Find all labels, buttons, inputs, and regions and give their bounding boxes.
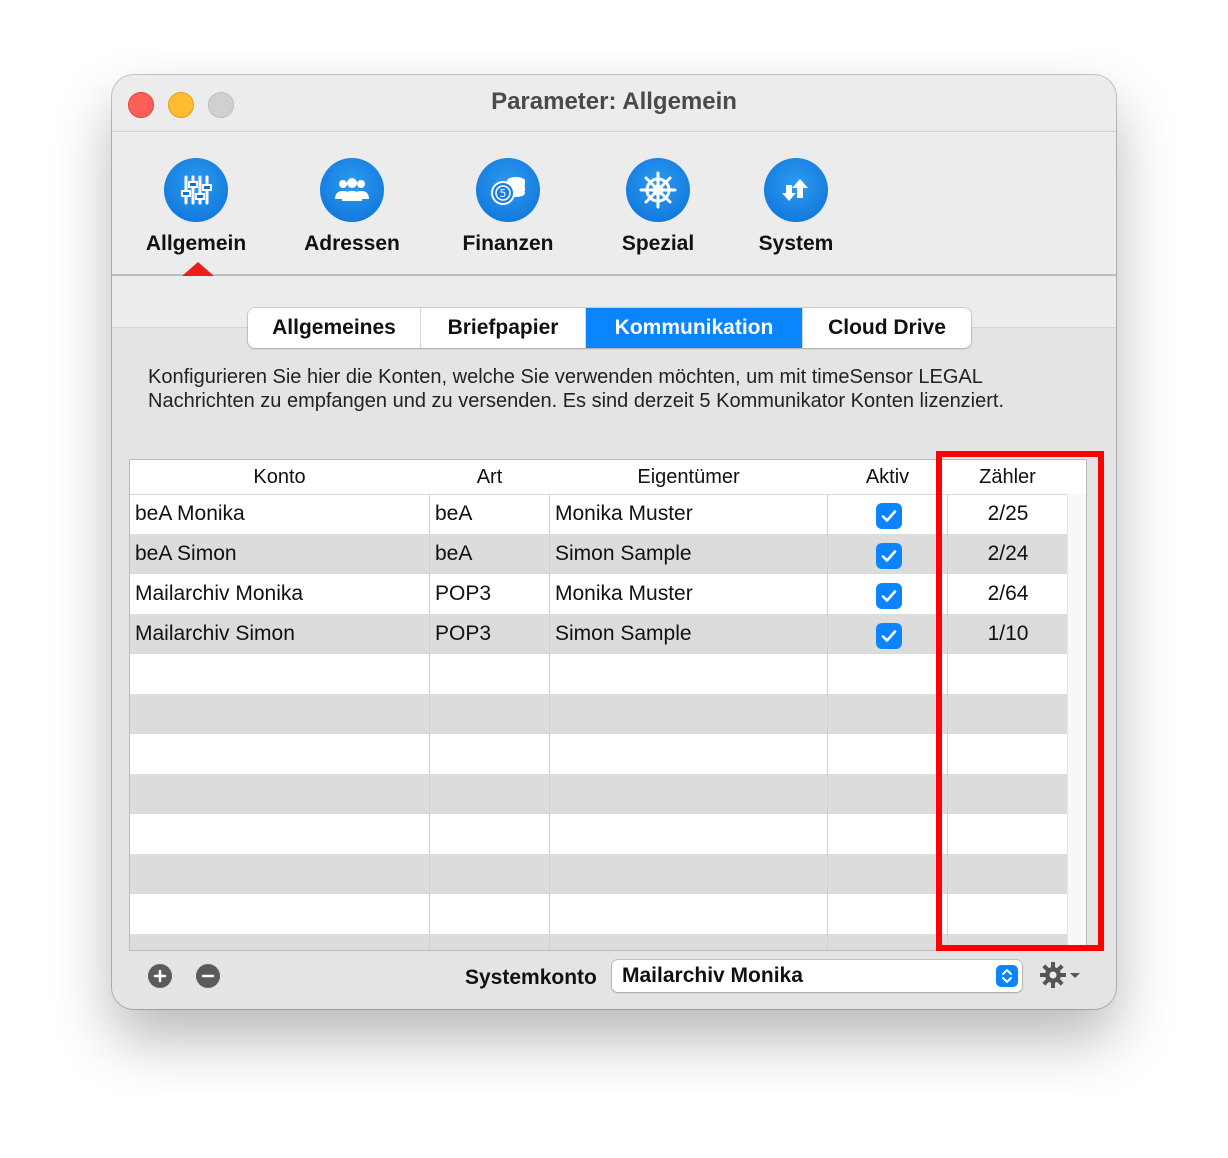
cell-konto: beA Monika bbox=[135, 502, 245, 525]
cell-zaehler: 2/24 bbox=[987, 542, 1029, 565]
cell-konto: beA Simon bbox=[135, 542, 237, 565]
tab-kommunikation[interactable]: Kommunikation bbox=[586, 308, 803, 348]
arrows-icon bbox=[764, 158, 828, 222]
sliders-icon bbox=[164, 158, 228, 222]
empty-row bbox=[130, 894, 1068, 934]
tab-allgemeines[interactable]: Allgemeines bbox=[248, 308, 421, 348]
empty-row bbox=[130, 854, 1068, 894]
column-header-zaehler[interactable]: Zähler bbox=[948, 460, 1067, 494]
toolbar-label-adressen: Adressen bbox=[304, 232, 400, 255]
table-header: Konto Art Eigentümer Aktiv Zähler bbox=[130, 460, 1086, 495]
cell-zaehler: 2/25 bbox=[987, 502, 1029, 525]
people-icon bbox=[320, 158, 384, 222]
table-row[interactable]: beA Simon beA Simon Sample 2/24 bbox=[130, 534, 1068, 574]
cell-art: POP3 bbox=[435, 622, 492, 645]
empty-row bbox=[130, 694, 1068, 734]
aktiv-checkbox[interactable] bbox=[876, 623, 902, 649]
title-bar: Parameter: Allgemein bbox=[112, 75, 1116, 131]
cell-art: beA bbox=[435, 542, 473, 565]
toolbar-item-system[interactable]: System bbox=[740, 158, 852, 256]
empty-row bbox=[130, 734, 1068, 774]
cell-konto: Mailarchiv Simon bbox=[135, 622, 295, 645]
toolbar-item-adressen[interactable]: Adressen bbox=[296, 158, 408, 256]
table-row[interactable]: beA Monika beA Monika Muster 2/25 bbox=[130, 494, 1068, 534]
toolbar-label-allgemein: Allgemein bbox=[145, 232, 247, 255]
empty-row bbox=[130, 654, 1068, 694]
aktiv-checkbox[interactable] bbox=[876, 543, 902, 569]
column-divider[interactable] bbox=[429, 460, 430, 950]
toolbar-label-spezial: Spezial bbox=[621, 232, 695, 255]
cell-zaehler: 1/10 bbox=[987, 622, 1029, 645]
preferences-window: Parameter: Allgemein Allgemein Adressen … bbox=[112, 75, 1116, 1009]
cell-art: POP3 bbox=[435, 582, 492, 605]
window-title: Parameter: Allgemein bbox=[491, 88, 737, 115]
column-divider[interactable] bbox=[827, 460, 828, 950]
toolbar-label-finanzen: Finanzen bbox=[462, 232, 554, 255]
empty-row bbox=[130, 934, 1068, 950]
empty-row bbox=[130, 774, 1068, 814]
cell-art: beA bbox=[435, 502, 473, 525]
aktiv-checkbox[interactable] bbox=[876, 583, 902, 609]
table-scrollbar[interactable] bbox=[1067, 494, 1086, 950]
toolbar-item-spezial[interactable]: Spezial bbox=[602, 158, 714, 256]
coins-icon: 5 bbox=[476, 158, 540, 222]
helm-icon bbox=[626, 158, 690, 222]
column-header-konto[interactable]: Konto bbox=[130, 460, 429, 494]
cell-eigentuemer: Monika Muster bbox=[555, 502, 693, 525]
toolbar-item-finanzen[interactable]: 5 Finanzen bbox=[452, 158, 564, 256]
systemkonto-select[interactable]: Mailarchiv Monika bbox=[612, 960, 1022, 992]
column-divider[interactable] bbox=[549, 460, 550, 950]
cell-eigentuemer: Simon Sample bbox=[555, 622, 692, 645]
svg-text:5: 5 bbox=[500, 187, 507, 200]
accounts-table: beA Monika beA Monika Muster 2/25 beA Si… bbox=[129, 459, 1087, 951]
systemkonto-value: Mailarchiv Monika bbox=[622, 964, 803, 987]
updown-chevron-icon bbox=[996, 965, 1018, 987]
toolbar-item-allgemein[interactable]: Allgemein bbox=[140, 158, 252, 256]
gear-icon bbox=[1040, 962, 1066, 988]
minus-icon bbox=[201, 974, 215, 978]
column-header-art[interactable]: Art bbox=[430, 460, 549, 494]
column-header-eigentuemer[interactable]: Eigentümer bbox=[550, 460, 827, 494]
empty-row bbox=[130, 814, 1068, 854]
preferences-toolbar: Allgemein Adressen 5 Finanzen Spezial Sy… bbox=[112, 131, 1116, 276]
aktiv-checkbox[interactable] bbox=[876, 503, 902, 529]
action-menu-button[interactable] bbox=[1038, 959, 1088, 991]
column-divider[interactable] bbox=[947, 460, 948, 950]
remove-account-button[interactable] bbox=[196, 964, 220, 988]
plus-icon bbox=[153, 969, 167, 983]
cell-eigentuemer: Simon Sample bbox=[555, 542, 692, 565]
tab-bar: Allgemeines Briefpapier Kommunikation Cl… bbox=[248, 308, 971, 348]
selected-marker-icon bbox=[182, 262, 214, 276]
dropdown-arrow-icon bbox=[1070, 973, 1080, 978]
description-text: Konfigurieren Sie hier die Konten, welch… bbox=[148, 366, 1005, 412]
table-row[interactable]: Mailarchiv Monika POP3 Monika Muster 2/6… bbox=[130, 574, 1068, 614]
table-row[interactable]: Mailarchiv Simon POP3 Simon Sample 1/10 bbox=[130, 614, 1068, 654]
add-account-button[interactable] bbox=[148, 964, 172, 988]
cell-konto: Mailarchiv Monika bbox=[135, 582, 304, 605]
cell-eigentuemer: Monika Muster bbox=[555, 582, 693, 605]
systemkonto-label: Systemkonto bbox=[465, 966, 597, 989]
tab-briefpapier[interactable]: Briefpapier bbox=[421, 308, 586, 348]
column-header-aktiv[interactable]: Aktiv bbox=[828, 460, 947, 494]
cell-zaehler: 2/64 bbox=[987, 582, 1029, 605]
tab-cloud-drive[interactable]: Cloud Drive bbox=[803, 308, 971, 348]
toolbar-label-system: System bbox=[758, 232, 834, 255]
